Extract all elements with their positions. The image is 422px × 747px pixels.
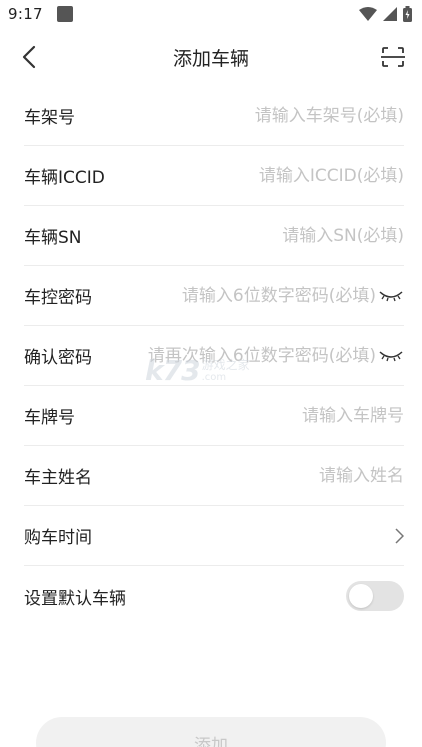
confirm-password-row: 确认密码 xyxy=(24,326,404,386)
toggle-knob xyxy=(349,584,373,608)
plate-input[interactable] xyxy=(75,386,404,445)
iccid-row: 车辆ICCID xyxy=(24,146,404,206)
iccid-label: 车辆ICCID xyxy=(24,168,105,188)
owner-row: 车主姓名 xyxy=(24,446,404,506)
eye-closed-icon[interactable] xyxy=(378,346,404,366)
purchase-time-row[interactable]: 购车时间 xyxy=(24,506,404,566)
back-button[interactable] xyxy=(14,42,44,72)
app-header: 添加车辆 xyxy=(0,28,422,86)
battery-icon xyxy=(403,6,412,22)
vehicle-form: 车架号 车辆ICCID 车辆SN 车控密码 确认密码 车牌号 车主姓名 购车时间 xyxy=(24,86,404,626)
vin-label: 车架号 xyxy=(24,108,75,128)
plate-label: 车牌号 xyxy=(24,408,75,428)
confirm-password-label: 确认密码 xyxy=(24,348,92,368)
notification-icon xyxy=(56,6,73,22)
scan-button[interactable] xyxy=(378,42,408,72)
owner-label: 车主姓名 xyxy=(24,468,92,488)
wifi-icon xyxy=(359,7,377,21)
password-label: 车控密码 xyxy=(24,288,92,308)
iccid-input[interactable] xyxy=(104,146,404,205)
sn-input[interactable] xyxy=(81,206,404,265)
chevron-right-icon xyxy=(390,526,404,546)
confirm-password-input[interactable] xyxy=(92,326,376,385)
vin-row: 车架号 xyxy=(24,86,404,146)
scan-icon xyxy=(381,47,405,67)
default-vehicle-row: 设置默认车辆 xyxy=(24,566,404,626)
page-title: 添加车辆 xyxy=(172,47,249,70)
status-time: 9:17 xyxy=(8,5,43,23)
status-bar: 9:17 xyxy=(0,0,422,28)
eye-closed-icon[interactable] xyxy=(378,286,404,306)
password-input[interactable] xyxy=(92,266,376,325)
chevron-left-icon xyxy=(22,45,36,69)
signal-icon xyxy=(383,7,397,21)
purchase-time-label: 购车时间 xyxy=(24,528,92,548)
vin-input[interactable] xyxy=(75,86,404,145)
add-button-label: 添加 xyxy=(194,736,228,747)
status-icons xyxy=(359,6,412,22)
default-vehicle-label: 设置默认车辆 xyxy=(24,588,126,609)
default-vehicle-toggle[interactable] xyxy=(346,581,404,611)
password-row: 车控密码 xyxy=(24,266,404,326)
sn-label: 车辆SN xyxy=(24,228,82,248)
add-button[interactable]: 添加 xyxy=(36,717,386,747)
sn-row: 车辆SN xyxy=(24,206,404,266)
owner-input[interactable] xyxy=(92,446,404,505)
plate-row: 车牌号 xyxy=(24,386,404,446)
